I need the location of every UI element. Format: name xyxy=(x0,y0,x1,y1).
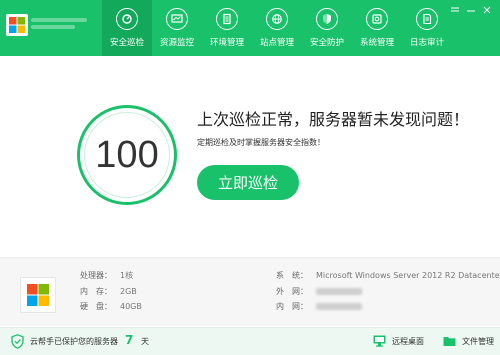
disk-label: 硬 盘： xyxy=(80,302,112,311)
tab-environment[interactable]: 环境管理 xyxy=(202,0,252,56)
cpu-row: 处理器： 1核 xyxy=(80,270,133,281)
window-controls xyxy=(446,5,494,15)
protected-days-count: 7 xyxy=(125,333,134,347)
server-env-icon xyxy=(216,8,238,30)
app-title-blurred xyxy=(31,18,87,30)
remote-desktop-icon xyxy=(373,335,386,347)
tab-resource-monitor[interactable]: 资源监控 xyxy=(152,0,202,56)
cpu-value: 1核 xyxy=(120,271,134,280)
globe-icon xyxy=(266,8,288,30)
file-manager-button[interactable]: 文件管理 xyxy=(443,335,494,347)
private-ip-label: 内 网： xyxy=(276,302,308,311)
protection-status-text: 云帮手已保护您的服务器 xyxy=(30,337,118,346)
protected-shield-icon xyxy=(11,334,24,349)
os-logo xyxy=(20,277,56,313)
top-nav-bar: 安全巡检 资源监控 环境管理 站点管理 安全防护 系统管理 日志审计 xyxy=(0,0,500,56)
cpu-label: 处理器： xyxy=(80,271,112,280)
scan-now-button[interactable]: 立即巡检 xyxy=(197,165,299,200)
public-ip-label: 外 网： xyxy=(276,287,308,296)
file-manager-label: 文件管理 xyxy=(462,336,494,346)
log-icon xyxy=(416,8,438,30)
tab-security-protection[interactable]: 安全防护 xyxy=(302,0,352,56)
folder-icon xyxy=(443,337,456,346)
tab-label: 安全巡检 xyxy=(109,38,144,48)
remote-desktop-label: 远程桌面 xyxy=(392,336,424,346)
tab-log-audit[interactable]: 日志审计 xyxy=(402,0,452,56)
public-ip-row: 外 网： xyxy=(276,286,362,297)
private-ip-value-redacted xyxy=(316,303,362,310)
memory-value: 2GB xyxy=(120,287,137,296)
menu-icon[interactable] xyxy=(448,5,462,15)
memory-row: 内 存： 2GB xyxy=(80,286,137,297)
shield-icon xyxy=(316,8,338,30)
protected-days-unit: 天 xyxy=(141,337,149,346)
tab-security-scan[interactable]: 安全巡检 xyxy=(102,0,152,56)
score-ring: 100 xyxy=(77,105,177,205)
app-logo-icon xyxy=(6,14,28,36)
system-info-panel: 处理器： 1核 内 存： 2GB 硬 盘： 40GB 系 统： Microsoft Wi… xyxy=(0,257,500,326)
os-label: 系 统： xyxy=(276,271,308,280)
minimize-icon[interactable] xyxy=(464,5,478,15)
shield-scan-icon xyxy=(116,8,138,30)
remote-desktop-button[interactable]: 远程桌面 xyxy=(373,335,424,347)
tab-label: 安全防护 xyxy=(309,38,344,48)
security-score: 100 xyxy=(95,133,159,176)
tab-label: 环境管理 xyxy=(209,38,244,48)
monitor-chart-icon xyxy=(166,8,188,30)
scan-headline: 上次巡检正常，服务器暂未发现问题！ xyxy=(197,110,470,129)
windows-logo-icon xyxy=(27,284,49,306)
tab-site-management[interactable]: 站点管理 xyxy=(252,0,302,56)
main-nav: 安全巡检 资源监控 环境管理 站点管理 安全防护 系统管理 日志审计 xyxy=(102,0,452,56)
gear-icon xyxy=(366,8,388,30)
tab-label: 站点管理 xyxy=(259,38,294,48)
memory-label: 内 存： xyxy=(80,287,112,296)
status-bar: 云帮手已保护您的服务器 7 天 远程桌面 文件管理 xyxy=(0,327,500,355)
public-ip-value-redacted xyxy=(316,288,362,295)
tab-label: 日志审计 xyxy=(409,38,444,48)
tab-label: 系统管理 xyxy=(359,38,394,48)
os-row: 系 统： Microsoft Windows Server 2012 R2 Dat… xyxy=(276,270,500,281)
close-icon[interactable] xyxy=(480,5,494,15)
disk-row: 硬 盘： 40GB xyxy=(80,301,142,312)
scan-subline: 定期巡检及时掌握服务器安全指数！ xyxy=(197,138,325,147)
tab-label: 资源监控 xyxy=(159,38,194,48)
tab-system-management[interactable]: 系统管理 xyxy=(352,0,402,56)
disk-value: 40GB xyxy=(120,302,142,311)
private-ip-row: 内 网： xyxy=(276,301,362,312)
os-value: Microsoft Windows Server 2012 R2 Datacen… xyxy=(316,271,500,280)
